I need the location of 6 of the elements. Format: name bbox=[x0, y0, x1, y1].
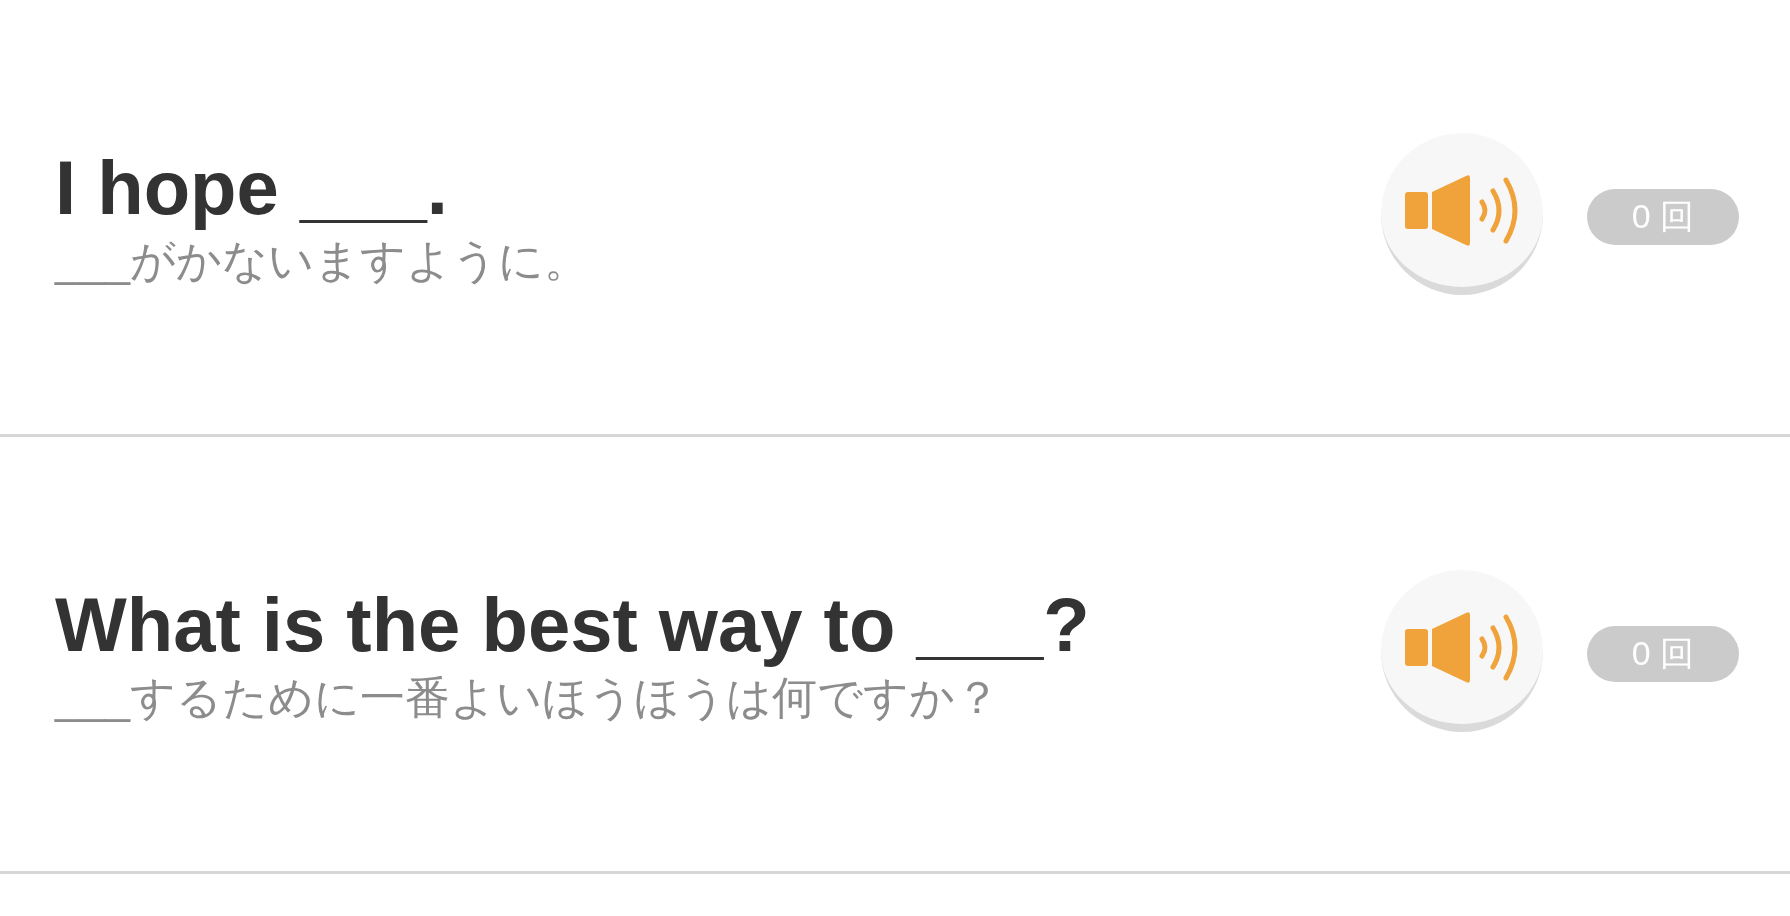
sentence-text: I hope ___. bbox=[55, 146, 448, 230]
translation-text: ___するために一番よいほうほうは何ですか？ bbox=[55, 670, 1001, 725]
translation-text: ___がかないますように。 bbox=[55, 233, 590, 288]
sentence-text: What is the best way to ___? bbox=[55, 583, 1090, 667]
speaker-icon bbox=[1405, 611, 1519, 683]
speaker-icon bbox=[1405, 174, 1519, 246]
